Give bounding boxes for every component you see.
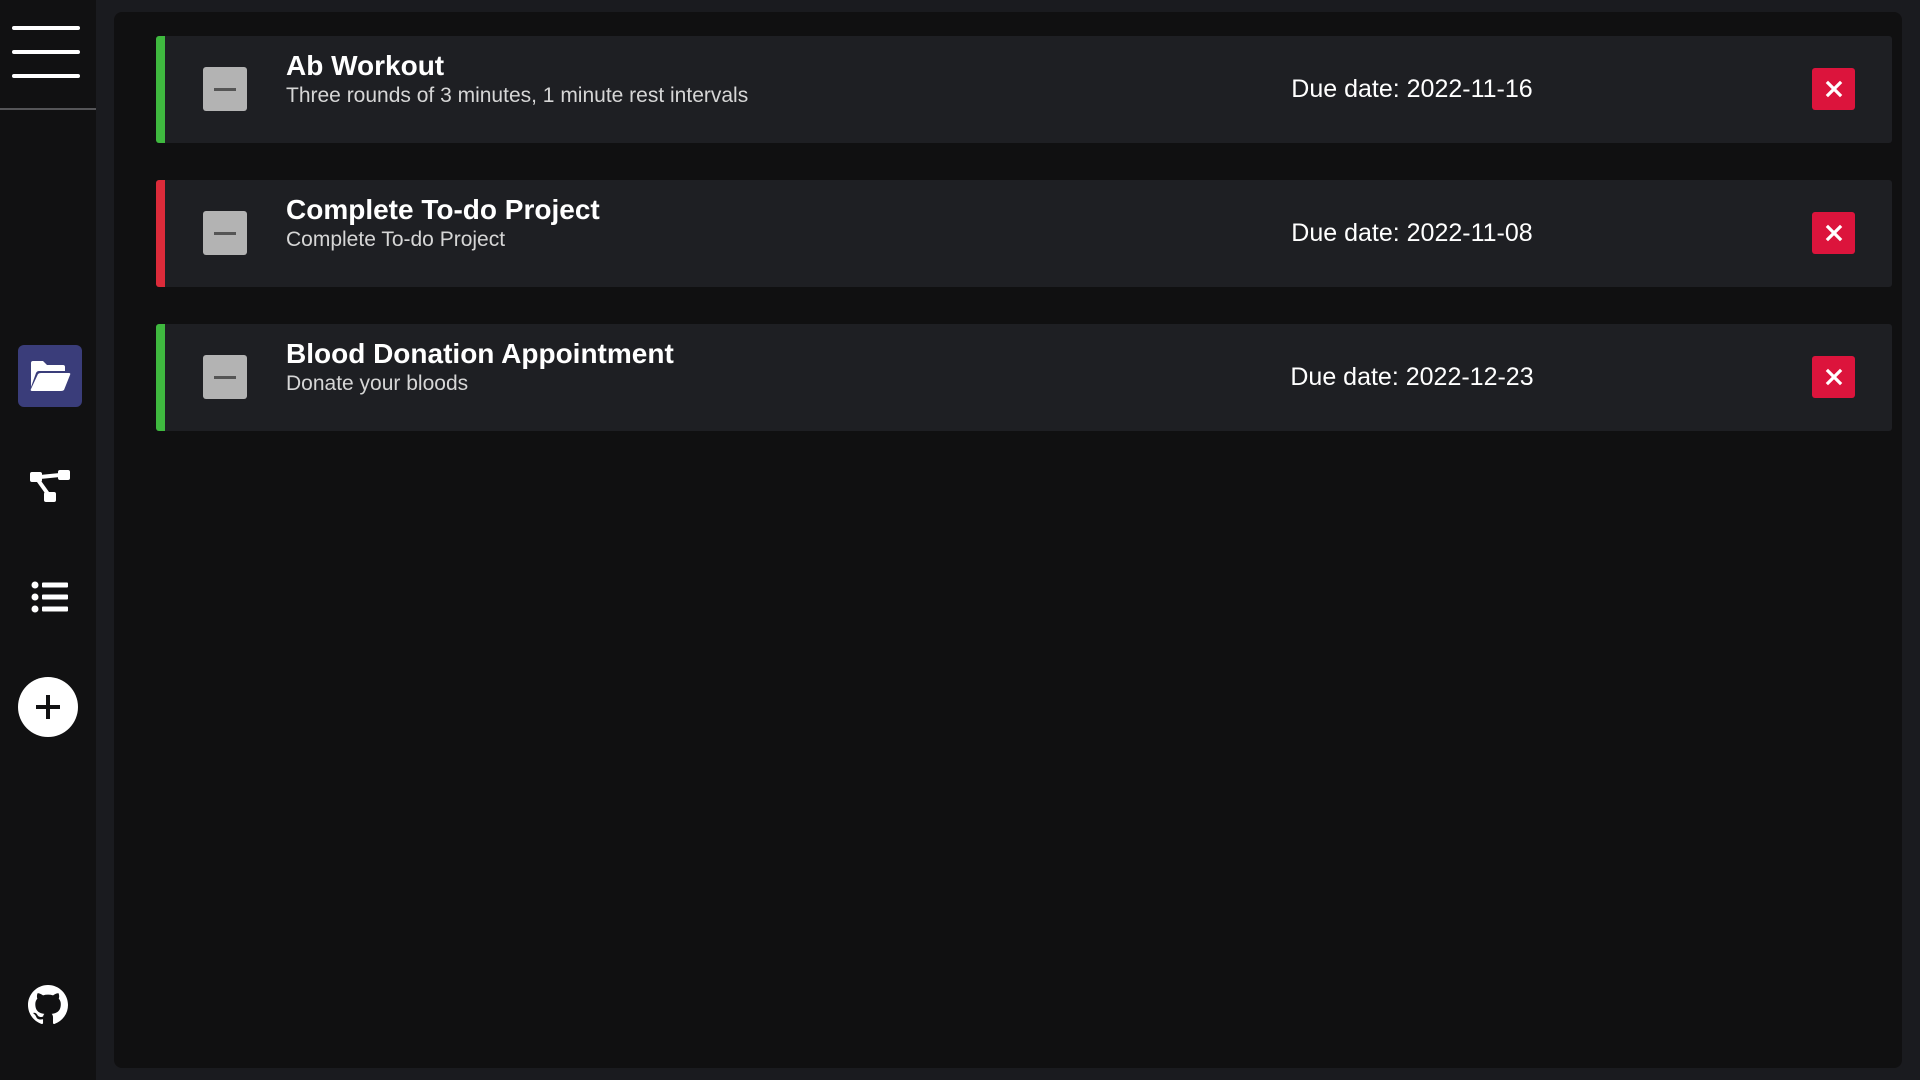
complete-checkbox[interactable]: [203, 211, 247, 255]
task-description: Donate your bloods: [286, 372, 469, 395]
minus-icon: [214, 375, 236, 379]
task-title: Complete To-do Project: [286, 194, 600, 225]
sidebar-item-list[interactable]: [18, 566, 82, 628]
task-panel: Ab Workout Three rounds of 3 minutes, 1 …: [114, 12, 1902, 1068]
task-item[interactable]: Complete To-do Project Complete To-do Pr…: [156, 180, 1892, 287]
delete-button[interactable]: [1812, 68, 1855, 110]
task-due-date: Due date: 2022-12-23: [1290, 363, 1534, 391]
plus-icon: [36, 695, 60, 719]
delete-button[interactable]: [1812, 212, 1855, 254]
sidebar: [0, 0, 96, 1080]
sidebar-divider: [0, 108, 96, 110]
add-task-button[interactable]: [18, 677, 78, 737]
github-link[interactable]: [28, 985, 68, 1025]
app: Ab Workout Three rounds of 3 minutes, 1 …: [0, 0, 1920, 1080]
task-due-date: Due date: 2022-11-08: [1291, 219, 1533, 247]
list-icon: [31, 581, 68, 613]
sidebar-item-projects[interactable]: [18, 345, 82, 407]
task-title: Ab Workout: [286, 50, 445, 81]
task-description: Complete To-do Project: [286, 228, 506, 251]
task-item[interactable]: Ab Workout Three rounds of 3 minutes, 1 …: [156, 36, 1892, 143]
task-item[interactable]: Blood Donation Appointment Donate your b…: [156, 324, 1892, 431]
sidebar-item-hierarchy[interactable]: [18, 455, 82, 517]
task-description: Three rounds of 3 minutes, 1 minute rest…: [286, 84, 749, 107]
sitemap-icon: [30, 470, 70, 502]
task-due-date: Due date: 2022-11-16: [1291, 75, 1533, 103]
hamburger-menu-icon[interactable]: [12, 26, 80, 82]
folder-open-icon: [30, 361, 71, 391]
close-icon: [1825, 80, 1842, 98]
close-icon: [1825, 368, 1842, 386]
task-title: Blood Donation Appointment: [286, 338, 674, 369]
minus-icon: [214, 87, 236, 91]
close-icon: [1825, 224, 1842, 242]
delete-button[interactable]: [1812, 356, 1855, 398]
minus-icon: [214, 231, 236, 235]
status-indicator: [156, 36, 165, 143]
status-indicator: [156, 180, 165, 287]
status-indicator: [156, 324, 165, 431]
complete-checkbox[interactable]: [203, 67, 247, 111]
github-icon: [28, 985, 68, 1025]
complete-checkbox[interactable]: [203, 355, 247, 399]
